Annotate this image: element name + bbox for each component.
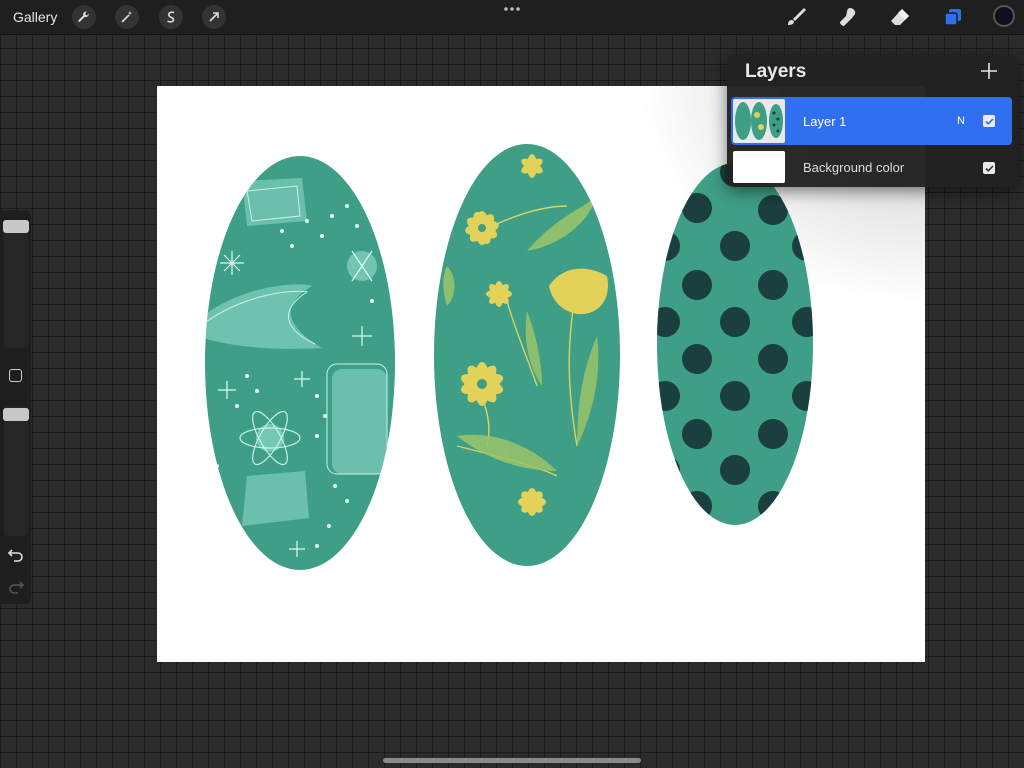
top-toolbar: Gallery <box>0 0 1024 35</box>
modify-button[interactable] <box>9 369 22 382</box>
selection-icon[interactable] <box>159 5 183 29</box>
layers-panel-title: Layers <box>745 61 807 82</box>
background-color-swatch <box>733 151 785 183</box>
left-sidebar <box>0 210 31 604</box>
layer-row-layer-1[interactable]: Layer 1 N <box>731 97 1012 145</box>
gallery-button[interactable]: Gallery <box>13 9 57 25</box>
layer-thumbnail <box>733 99 785 143</box>
undo-icon[interactable] <box>6 545 26 565</box>
add-layer-icon[interactable] <box>979 60 999 82</box>
opacity-slider[interactable] <box>4 406 28 536</box>
brush-icon[interactable] <box>785 6 807 28</box>
layer-row-background-color[interactable]: Background color <box>731 149 1012 187</box>
magic-wand-icon[interactable] <box>115 5 139 29</box>
blend-mode-button[interactable]: N <box>957 115 965 127</box>
brush-size-slider[interactable] <box>4 220 28 348</box>
layer-visibility-checkbox[interactable] <box>983 115 995 127</box>
polka-dot-oval <box>657 163 813 525</box>
background-visibility-checkbox[interactable] <box>983 162 995 174</box>
layers-icon[interactable] <box>942 6 964 28</box>
home-indicator <box>383 758 641 763</box>
redo-icon[interactable] <box>6 577 26 597</box>
brush-size-handle[interactable] <box>3 220 29 233</box>
opacity-handle[interactable] <box>3 408 29 421</box>
layer-name: Layer 1 <box>803 114 847 129</box>
more-options-icon[interactable] <box>498 2 526 16</box>
eraser-icon[interactable] <box>889 6 911 28</box>
floral-pattern-oval <box>434 144 620 566</box>
atomic-pattern-oval <box>205 156 395 570</box>
layers-panel: Layers Layer 1 N Background color <box>727 55 1018 187</box>
transform-arrow-icon[interactable] <box>202 5 226 29</box>
wrench-icon[interactable] <box>72 5 96 29</box>
color-picker-button[interactable] <box>993 5 1015 27</box>
layer-name: Background color <box>803 160 905 175</box>
smudge-icon[interactable] <box>837 6 859 28</box>
